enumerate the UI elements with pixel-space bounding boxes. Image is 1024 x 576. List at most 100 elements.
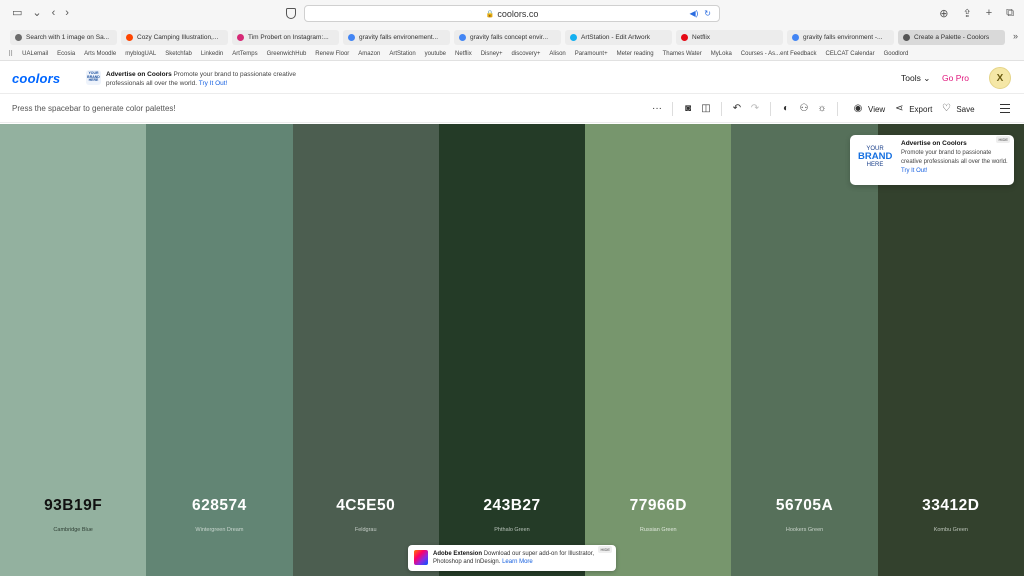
export-button[interactable]: ⋖ Export: [893, 101, 932, 117]
bookmark-item[interactable]: Goodlord: [884, 51, 909, 57]
bookmark-item[interactable]: Alison: [549, 51, 565, 57]
reload-icon[interactable]: ↻: [704, 9, 711, 18]
bookmarks-bar: ⠿ UALemail Ecosia Arts Moodle myblogUAL Sket…: [0, 47, 1024, 61]
browser-tab[interactable]: gravity falls concept envir...: [454, 29, 561, 45]
bookmark-item[interactable]: Amazon: [358, 51, 380, 57]
color-swatch[interactable]: 56705A Hookers Green: [731, 124, 878, 576]
grid-icon[interactable]: ⠿: [8, 50, 13, 58]
divider: [721, 102, 722, 116]
spacebar-hint: Press the spacebar to generate color pal…: [12, 104, 176, 113]
browser-tab[interactable]: Netflix: [676, 29, 783, 45]
bookmark-item[interactable]: Linkedin: [201, 51, 223, 57]
browser-tab[interactable]: ArtStation - Edit Artwork: [565, 29, 672, 45]
browser-tab[interactable]: gravity falls environment -...: [787, 29, 894, 45]
view-button[interactable]: ◉ View: [852, 101, 886, 117]
color-swatch[interactable]: 243B27 Phthalo Green: [438, 124, 586, 576]
bookmark-item[interactable]: ArtStation: [389, 51, 415, 57]
hex-code[interactable]: 56705A: [731, 497, 877, 515]
bookmark-item[interactable]: Meter reading: [617, 51, 654, 57]
color-name[interactable]: Russian Green: [585, 527, 731, 533]
float-ad-link[interactable]: Try It Out!: [901, 168, 927, 174]
hex-code[interactable]: 628574: [146, 497, 292, 515]
collage-icon[interactable]: ◫: [697, 101, 715, 117]
coolors-logo[interactable]: coolors: [12, 71, 60, 86]
bookmark-item[interactable]: youtube: [425, 51, 446, 57]
bookmark-item[interactable]: CELCAT Calendar: [825, 51, 874, 57]
browser-tab[interactable]: Create a Palette - Coolors: [898, 29, 1005, 45]
header-ad-link[interactable]: Try It Out!: [199, 80, 228, 87]
bookmark-item[interactable]: MyLoka: [711, 51, 732, 57]
redo-icon[interactable]: ↷: [746, 101, 764, 117]
view-label: View: [868, 104, 886, 114]
header-ad-title: Advertise on Coolors: [106, 71, 172, 78]
bookmark-item[interactable]: Renew Floor: [315, 51, 349, 57]
color-name[interactable]: Phthalo Green: [439, 527, 585, 533]
bookmark-item[interactable]: Thames Water: [663, 51, 702, 57]
more-options-icon[interactable]: ···: [648, 101, 666, 117]
color-swatch[interactable]: 628574 Wintergreen Dream: [146, 124, 293, 576]
go-pro-link[interactable]: Go Pro: [942, 73, 969, 83]
browser-tab[interactable]: Search with 1 image on Sa...: [10, 29, 117, 45]
sun-icon[interactable]: ☼: [813, 101, 831, 117]
toolbar-actions: ··· ◙ ◫ ↶ ↷ ◐ ⚇ ☼ ◉ View ⋖ Export ♡ Save: [648, 101, 975, 117]
tools-label: Tools: [901, 73, 921, 83]
bookmark-item[interactable]: Ecosia: [57, 51, 75, 57]
color-name[interactable]: Cambridge Blue: [0, 527, 146, 533]
bookmark-item[interactable]: Arts Moodle: [84, 51, 116, 57]
bookmark-item[interactable]: discovery+: [512, 51, 541, 57]
floating-ad[interactable]: YOUR BRAND HERE Advertise on Coolors Pro…: [850, 135, 1014, 185]
hex-code[interactable]: 4C5E50: [293, 497, 439, 515]
hamburger-menu-icon[interactable]: [1000, 104, 1010, 113]
undo-icon[interactable]: ↶: [728, 101, 746, 117]
color-name[interactable]: Hookers Green: [731, 527, 877, 533]
hex-code[interactable]: 33412D: [878, 497, 1024, 515]
browser-tab[interactable]: gravity falls environement...: [343, 29, 450, 45]
header-ad[interactable]: Advertise on Coolors Promote your brand …: [106, 70, 306, 88]
hex-code[interactable]: 93B19F: [0, 497, 146, 515]
share-icon[interactable]: ⇪: [962, 7, 971, 20]
bookmark-item[interactable]: UALemail: [22, 51, 48, 57]
address-bar[interactable]: 🔒 coolors.co ◀) ↻: [304, 5, 720, 22]
bookmark-item[interactable]: myblogUAL: [125, 51, 156, 57]
hex-code[interactable]: 77966D: [585, 497, 731, 515]
camera-icon[interactable]: ◙: [679, 101, 697, 117]
sidebar-toggle-icon[interactable]: ▭: [12, 8, 22, 19]
back-icon[interactable]: ‹: [52, 8, 56, 19]
browser-tab[interactable]: Cozy Camping Illustration,...: [121, 29, 228, 45]
tools-menu[interactable]: Tools ⌄: [901, 73, 930, 84]
new-tab-icon[interactable]: +: [986, 7, 992, 20]
favicon-icon: [126, 33, 133, 41]
color-swatch[interactable]: 93B19F Cambridge Blue: [0, 124, 147, 576]
hide-banner-button[interactable]: HIDE: [598, 546, 612, 553]
color-name[interactable]: Feldgrau: [293, 527, 439, 533]
chevron-down-icon: ⌄: [923, 73, 931, 83]
color-swatch[interactable]: 33412D Kombu Green: [877, 124, 1024, 576]
browser-tab[interactable]: Tim Probert on Instagram:...: [232, 29, 339, 45]
bookmark-item[interactable]: Courses - As...ent Feedback: [741, 51, 817, 57]
color-swatch[interactable]: 4C5E50 Feldgrau: [292, 124, 439, 576]
color-name[interactable]: Kombu Green: [878, 527, 1024, 533]
bookmark-item[interactable]: GreenwichHub: [267, 51, 307, 57]
bookmark-item[interactable]: Disney+: [481, 51, 503, 57]
chevron-down-icon[interactable]: ⌄: [32, 8, 41, 19]
avatar[interactable]: X: [989, 67, 1011, 89]
glasses-icon[interactable]: ⚇: [795, 101, 813, 117]
bottom-ad-link[interactable]: Learn More: [502, 559, 533, 565]
forward-icon[interactable]: ›: [65, 8, 69, 19]
bookmark-item[interactable]: Paramount+: [575, 51, 608, 57]
bookmark-item[interactable]: Sketchfab: [165, 51, 192, 57]
bookmark-item[interactable]: ArtTemps: [232, 51, 257, 57]
audio-icon[interactable]: ◀): [689, 9, 698, 18]
adjust-icon[interactable]: ◐: [777, 101, 795, 117]
privacy-shield-icon[interactable]: [286, 8, 296, 19]
hex-code[interactable]: 243B27: [439, 497, 585, 515]
download-icon[interactable]: ⊕: [939, 7, 948, 20]
more-tabs-icon[interactable]: »: [1013, 31, 1018, 41]
save-button[interactable]: ♡ Save: [940, 101, 975, 117]
hide-ad-button[interactable]: HIDE: [996, 136, 1010, 143]
color-swatch[interactable]: 77966D Russian Green: [585, 124, 732, 576]
tab-overview-icon[interactable]: ⧉: [1006, 7, 1014, 20]
color-name[interactable]: Wintergreen Dream: [146, 527, 292, 533]
bookmark-item[interactable]: Netflix: [455, 51, 472, 57]
adobe-extension-banner[interactable]: Adobe Extension Download our super add-o…: [408, 545, 616, 571]
